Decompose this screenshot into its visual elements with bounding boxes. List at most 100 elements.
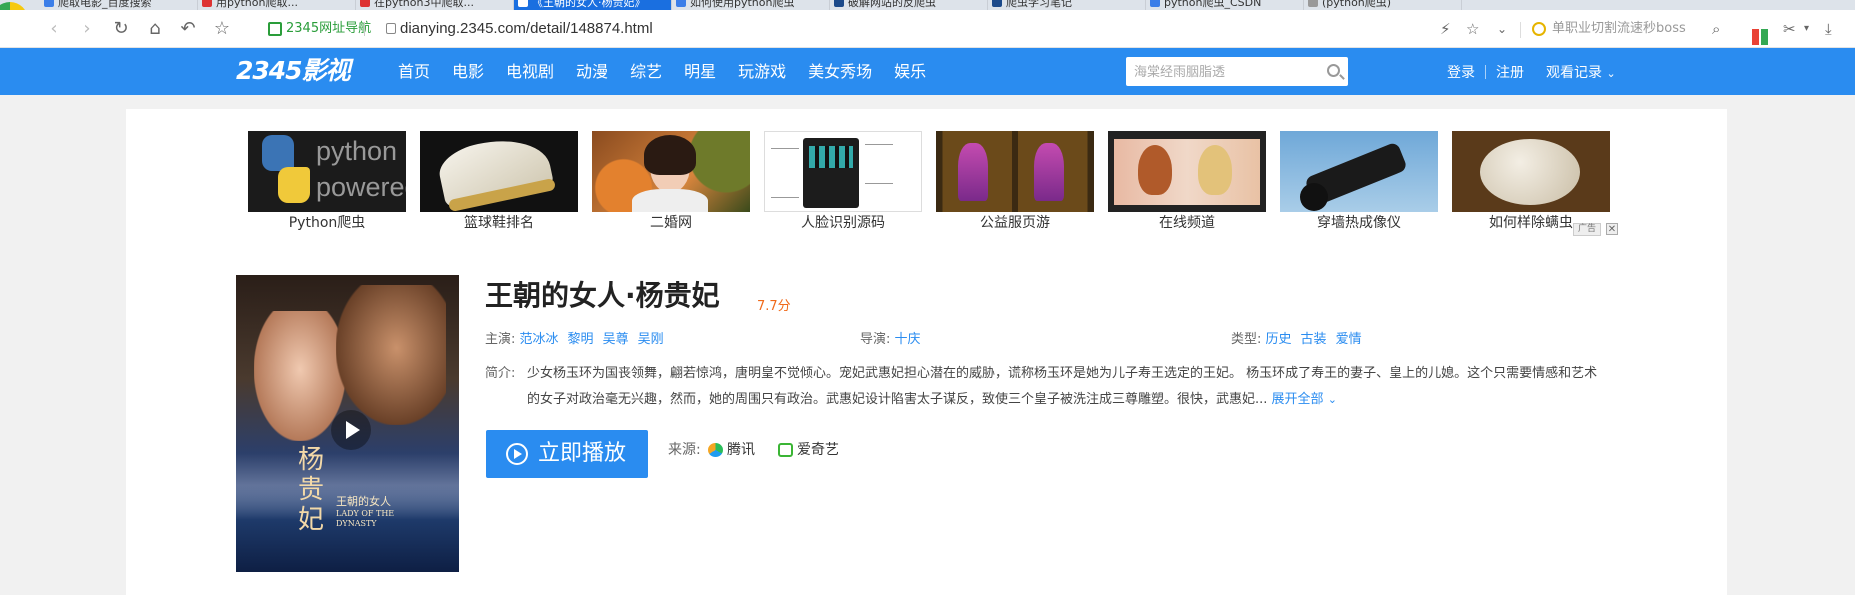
python-snake-icon: [262, 135, 294, 171]
nav-item[interactable]: 娱乐: [894, 48, 926, 95]
close-icon[interactable]: ✕: [1606, 223, 1618, 235]
page-icon: [1150, 0, 1160, 7]
search-icon[interactable]: [1327, 64, 1340, 77]
main-nav: 首页 电影 电视剧 动漫 综艺 明星 玩游戏 美女秀场 娱乐: [398, 48, 948, 95]
director-label: 导演:: [860, 332, 891, 347]
site-nav-link[interactable]: 2345网址导航: [268, 20, 371, 38]
python-snake-icon: [278, 167, 310, 203]
actor-link[interactable]: 范冰冰: [520, 332, 559, 347]
ad-item[interactable]: 篮球鞋排名: [420, 131, 578, 232]
player-frame: [1114, 139, 1260, 205]
ad-item[interactable]: 在线频道: [1108, 131, 1266, 232]
undo-icon[interactable]: ↶: [177, 18, 199, 40]
character-figure: [1034, 143, 1064, 201]
sneaker-image: [420, 131, 578, 212]
scope-lens: [1300, 183, 1328, 211]
download-icon[interactable]: ⤓: [1825, 19, 1832, 39]
chevron-down-icon: ⌄: [1606, 66, 1616, 80]
nav-item[interactable]: 电视剧: [506, 48, 554, 95]
favorite-star-icon[interactable]: ☆: [211, 18, 233, 40]
chevron-down-icon[interactable]: ▾: [1804, 19, 1809, 39]
lightning-icon[interactable]: ⚡: [1440, 19, 1451, 39]
browser-tab[interactable]: (python爬虫): [1304, 0, 1462, 10]
search-engine-icon: [1532, 22, 1546, 36]
divider: [1520, 22, 1521, 38]
play-icon[interactable]: [331, 410, 371, 450]
source-tencent[interactable]: 腾讯: [708, 440, 755, 460]
source-iqiyi[interactable]: 爱奇艺: [778, 440, 839, 460]
apps-grid-icon[interactable]: [1752, 29, 1768, 45]
user-links: 登录 注册 观看记录 ⌄: [1447, 48, 1616, 95]
search-input[interactable]: [1134, 62, 1314, 82]
nav-item[interactable]: 综艺: [630, 48, 662, 95]
browser-tab-active[interactable]: 《王朝的女人·杨贵妃》: [514, 0, 672, 10]
bookmark-star-icon[interactable]: ☆: [1466, 19, 1479, 39]
actors-row: 主演: 范冰冰 黎明 吴尊 吴刚: [485, 331, 673, 349]
ad-caption: 公益服页游: [980, 215, 1050, 231]
chevron-down-icon[interactable]: ⌄: [1497, 19, 1507, 39]
python-wordmark: python: [316, 136, 398, 166]
genre-link[interactable]: 历史: [1266, 332, 1292, 347]
nav-item[interactable]: 明星: [684, 48, 716, 95]
browser-tab[interactable]: 在python3中爬取...: [356, 0, 514, 10]
baidu-icon: [44, 0, 54, 7]
refresh-icon[interactable]: ↻: [110, 18, 132, 40]
chevron-down-icon: ⌄: [1327, 393, 1337, 406]
nav-item[interactable]: 玩游戏: [738, 48, 786, 95]
nav-item[interactable]: 动漫: [576, 48, 608, 95]
python-logo-image: python powered: [248, 131, 406, 212]
movie-intro: 少女杨玉环为国丧领舞，翩若惊鸿，唐明皇不觉倾心。宠妃武惠妃担心潜在的威胁，谎称杨…: [527, 361, 1602, 413]
site-logo[interactable]: 2345影视: [236, 56, 351, 86]
genre-link[interactable]: 古装: [1301, 332, 1327, 347]
anime-player-image: [1108, 131, 1266, 212]
poster-subtitle-cn: 王朝的女人: [336, 495, 391, 508]
diagram-lines: [771, 148, 799, 198]
home-icon[interactable]: ⌂: [144, 18, 166, 40]
url-field[interactable]: dianying.2345.com/detail/148874.html: [386, 19, 653, 39]
address-bar: ‹ › ↻ ⌂ ↶ ☆ 2345网址导航 dianying.2345.com/d…: [0, 10, 1855, 48]
mite-image: [1452, 131, 1610, 212]
ad-item[interactable]: 公益服页游: [936, 131, 1094, 232]
nav-item[interactable]: 美女秀场: [808, 48, 872, 95]
director-link[interactable]: 十庆: [895, 332, 921, 347]
diagram-lines: [865, 144, 893, 184]
movie-poster[interactable]: 杨贵妃 王朝的女人 LADY OF THE DYNASTY: [236, 275, 459, 572]
browser-tab[interactable]: 爬取电影_百度搜索: [40, 0, 198, 10]
actors-label: 主演:: [485, 332, 516, 347]
play-now-button[interactable]: 立即播放: [486, 430, 648, 478]
back-icon[interactable]: ‹: [43, 18, 65, 40]
nav-item[interactable]: 电影: [452, 48, 484, 95]
actor-link[interactable]: 吴刚: [638, 332, 664, 347]
actor-face: [336, 285, 446, 425]
register-link[interactable]: 注册: [1496, 62, 1524, 82]
actor-link[interactable]: 黎明: [568, 332, 594, 347]
nav-item[interactable]: 首页: [398, 48, 430, 95]
forward-icon[interactable]: ›: [76, 18, 98, 40]
anime-face: [1138, 145, 1172, 195]
ad-item[interactable]: 二婚网: [592, 131, 750, 232]
login-link[interactable]: 登录: [1447, 62, 1475, 82]
browser-tab[interactable]: 爬虫学习笔记: [988, 0, 1146, 10]
scissors-icon[interactable]: ✂: [1783, 19, 1796, 39]
character-figure: [958, 143, 988, 201]
device-display: [809, 146, 853, 168]
browser-tab[interactable]: 如何使用python爬虫: [672, 0, 830, 10]
browser-tab[interactable]: 破解网站的反爬虫: [830, 0, 988, 10]
actor-link[interactable]: 吴尊: [603, 332, 629, 347]
genre-link[interactable]: 爱情: [1336, 332, 1362, 347]
python-wordmark: powered: [316, 172, 406, 202]
browser-search-box[interactable]: 单职业切割流速秒boss: [1532, 19, 1686, 39]
ad-item[interactable]: 穿墙热成像仪: [1280, 131, 1438, 232]
browser-tab[interactable]: 用python爬取...: [198, 0, 356, 10]
poster-title-en: LADY OF THE DYNASTY: [336, 509, 395, 528]
browser-tab[interactable]: python爬虫_CSDN: [1146, 0, 1304, 10]
intro-text: 少女杨玉环为国丧领舞，翩若惊鸿，唐明皇不觉倾心。宠妃武惠妃担心潜在的威胁，谎称杨…: [527, 366, 1598, 407]
ad-caption: 篮球鞋排名: [464, 215, 534, 231]
search-icon[interactable]: ⌕: [1712, 19, 1720, 39]
ad-item[interactable]: 如何样除螨虫: [1452, 131, 1610, 232]
ad-item[interactable]: 人脸识别源码: [764, 131, 922, 232]
ad-label: 广告: [1573, 223, 1602, 236]
watch-history-menu[interactable]: 观看记录 ⌄: [1546, 62, 1616, 82]
ad-item[interactable]: python powered Python爬虫: [248, 131, 406, 232]
expand-link[interactable]: 展开全部 ⌄: [1272, 392, 1337, 407]
